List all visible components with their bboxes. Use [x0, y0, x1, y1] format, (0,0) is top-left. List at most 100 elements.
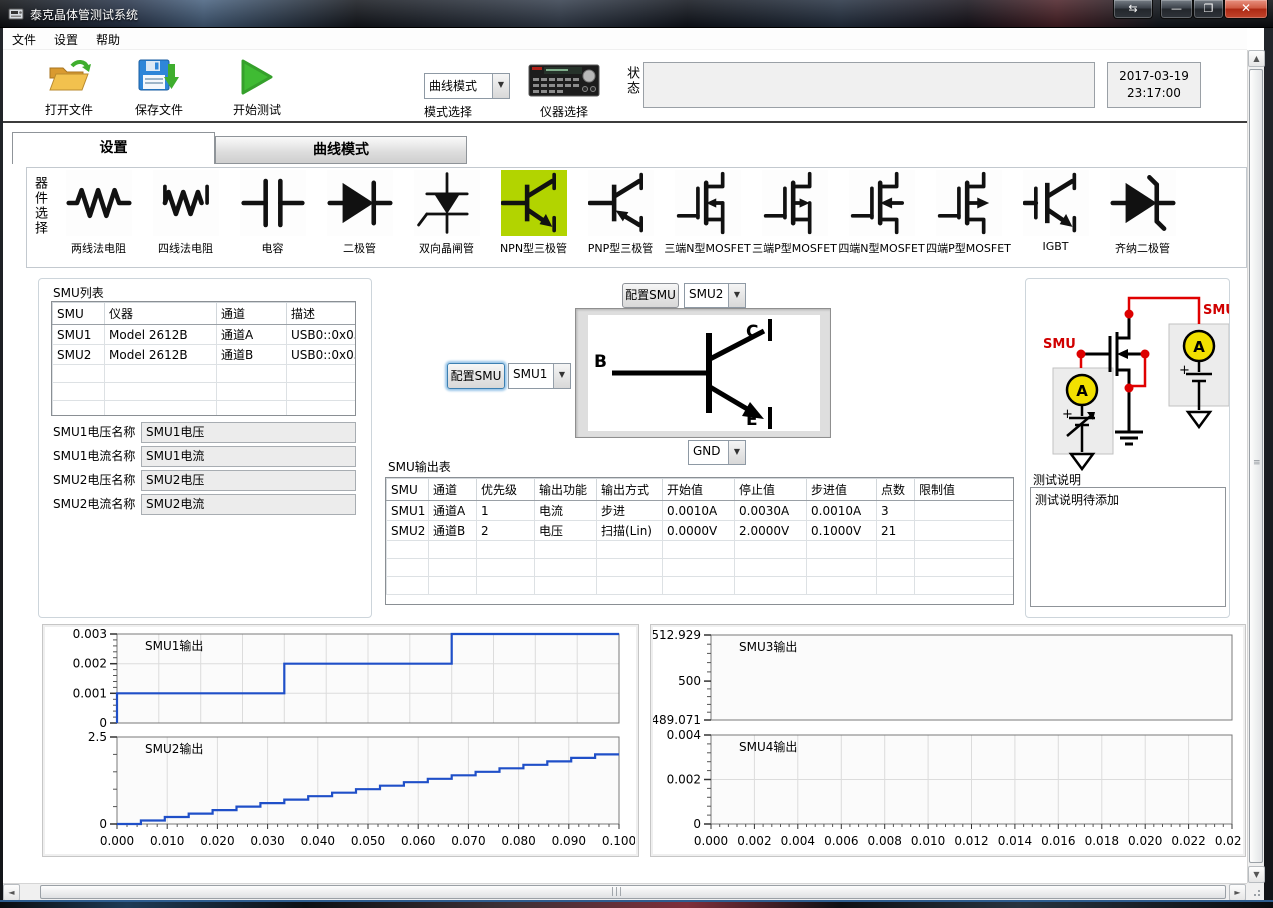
chevron-down-icon[interactable]: ▼ [728, 284, 745, 307]
horizontal-scrollbar[interactable]: ◄ ||| ► [3, 883, 1247, 900]
table-cell: 通道A [429, 501, 477, 521]
column-header[interactable]: 通道 [217, 303, 287, 325]
device-item[interactable]: 二极管 [316, 170, 403, 256]
tab-inactive[interactable]: 曲线模式 [215, 136, 467, 164]
device-item[interactable]: IGBT [1012, 170, 1099, 256]
mosfet-4p-icon [936, 170, 1002, 236]
table-cell [535, 577, 597, 595]
name-field-input[interactable]: SMU1电流 [141, 446, 356, 467]
table-cell [287, 365, 357, 383]
tab-active[interactable]: 设置 [12, 132, 215, 164]
instrument-select-button[interactable]: 仪器选择 [528, 60, 600, 120]
svg-text:0.003: 0.003 [73, 627, 107, 641]
smu-top-select[interactable]: SMU2 ▼ [684, 283, 746, 308]
table-cell: 3 [877, 501, 915, 521]
table-cell [53, 401, 105, 417]
table-row[interactable]: SMU2Model 2612B通道BUSB0::0x05E6:: [53, 345, 357, 365]
menu-item[interactable]: 帮助 [87, 28, 129, 51]
table-cell [663, 541, 735, 559]
column-header[interactable]: 点数 [877, 479, 915, 501]
column-header[interactable]: 仪器 [105, 303, 217, 325]
flip3d-button[interactable]: ⇆ [1113, 0, 1153, 19]
name-field-input[interactable]: SMU2电压 [141, 470, 356, 491]
datetime-display: 2017-03-19 23:17:00 [1107, 62, 1201, 108]
chevron-down-icon[interactable]: ▼ [728, 441, 745, 464]
device-item[interactable]: 三端P型MOSFET [751, 170, 838, 256]
column-header[interactable]: 优先级 [477, 479, 535, 501]
scroll-down-icon[interactable]: ▼ [1248, 866, 1265, 883]
device-item[interactable]: PNP型三极管 [577, 170, 664, 256]
column-header[interactable]: 步进值 [807, 479, 877, 501]
mode-select[interactable]: 曲线模式 ▼ [424, 73, 510, 99]
configure-smu-left-button[interactable]: 配置SMU [447, 363, 505, 389]
minimize-button[interactable]: — [1160, 0, 1193, 19]
svg-text:0.006: 0.006 [824, 834, 858, 848]
device-item[interactable]: 四线法电阻 [142, 170, 229, 256]
device-item[interactable]: NPN型三极管 [490, 170, 577, 256]
table-row[interactable]: SMU1通道A1电流步进0.0010A0.0030A0.0010A3 [387, 501, 1015, 521]
table-row[interactable]: SMU1Model 2612B通道AUSB0::0x05E6:: [53, 325, 357, 345]
scroll-up-icon[interactable]: ▲ [1248, 50, 1265, 67]
resize-grip[interactable] [1247, 883, 1264, 900]
vertical-scrollbar[interactable]: ▲ ≡ ▼ [1247, 50, 1264, 883]
svg-text:0.040: 0.040 [301, 834, 335, 848]
vertical-scroll-thumb[interactable]: ≡ [1249, 69, 1263, 863]
smu2-output-chart: 02.50.0000.0100.0200.0300.0400.0500.0600… [45, 729, 635, 854]
svg-text:0.012: 0.012 [954, 834, 988, 848]
svg-text:0.000: 0.000 [694, 834, 728, 848]
smu-list-table[interactable]: SMU仪器通道描述SMU1Model 2612B通道AUSB0::0x05E6:… [51, 301, 356, 416]
device-item[interactable]: 两线法电阻 [55, 170, 142, 256]
maximize-button[interactable]: ❐ [1193, 0, 1224, 19]
instrument-icon [528, 60, 600, 100]
device-selector: 器件选择 两线法电阻四线法电阻电容二极管双向晶闸管NPN型三极管PNP型三极管三… [26, 167, 1247, 268]
start-test-button[interactable]: 开始测试 [218, 58, 296, 120]
configure-smu-top-button[interactable]: 配置SMU [622, 283, 679, 308]
name-field-input[interactable]: SMU1电压 [141, 422, 356, 443]
column-header[interactable]: 输出方式 [597, 479, 663, 501]
column-header[interactable]: SMU [53, 303, 105, 325]
smu-left-select[interactable]: SMU1 ▼ [508, 363, 571, 389]
column-header[interactable]: 停止值 [735, 479, 807, 501]
device-item[interactable]: 齐纳二极管 [1099, 170, 1186, 256]
pnp-transistor-icon [588, 170, 654, 236]
chevron-down-icon[interactable]: ▼ [492, 74, 509, 98]
device-item[interactable]: 电容 [229, 170, 316, 256]
table-cell: 2.0000V [735, 521, 807, 541]
scroll-right-icon[interactable]: ► [1229, 884, 1246, 901]
column-header[interactable]: 开始值 [663, 479, 735, 501]
table-cell [387, 541, 429, 559]
menu-item[interactable]: 文件 [3, 28, 45, 51]
column-header[interactable]: SMU [387, 479, 429, 501]
device-item[interactable]: 四端N型MOSFET [838, 170, 925, 256]
open-file-button[interactable]: 打开文件 [30, 58, 108, 120]
device-item[interactable]: 三端N型MOSFET [664, 170, 751, 256]
device-item[interactable]: 双向晶闸管 [403, 170, 490, 256]
zener-diode-icon [1110, 170, 1176, 236]
column-header[interactable]: 通道 [429, 479, 477, 501]
svg-text:489.071: 489.071 [653, 713, 701, 726]
titlebar[interactable]: 泰克晶体管测试系统 [0, 0, 1273, 28]
column-header[interactable]: 输出功能 [535, 479, 597, 501]
table-cell [597, 541, 663, 559]
save-file-button[interactable]: 保存文件 [120, 58, 198, 120]
table-row[interactable]: SMU2通道B2电压扫描(Lin)0.0000V2.0000V0.1000V21 [387, 521, 1015, 541]
toolbar-separator [3, 121, 1247, 123]
column-header[interactable]: 限制值 [915, 479, 1015, 501]
chevron-down-icon[interactable]: ▼ [553, 364, 570, 388]
scroll-left-icon[interactable]: ◄ [3, 884, 20, 901]
smu-output-table[interactable]: SMU通道优先级输出功能输出方式开始值停止值步进值点数限制值SMU1通道A1电流… [385, 477, 1014, 605]
name-field-input[interactable]: SMU2电流 [141, 494, 356, 515]
close-button[interactable]: ✕ [1224, 0, 1268, 19]
start-test-label: 开始测试 [218, 101, 296, 118]
svg-text:SMU3输出: SMU3输出 [739, 639, 797, 654]
svg-text:+: + [1062, 407, 1073, 422]
svg-text:0.050: 0.050 [351, 834, 385, 848]
svg-text:0.001: 0.001 [73, 686, 107, 700]
device-item-label: 齐纳二极管 [1099, 240, 1186, 256]
horizontal-scroll-thumb[interactable]: ||| [40, 885, 1226, 899]
device-item[interactable]: 四端P型MOSFET [925, 170, 1012, 256]
test-desc-box[interactable]: 测试说明待添加 [1030, 487, 1226, 607]
gnd-select[interactable]: GND ▼ [688, 440, 746, 465]
menu-item[interactable]: 设置 [45, 28, 87, 51]
column-header[interactable]: 描述 [287, 303, 357, 325]
